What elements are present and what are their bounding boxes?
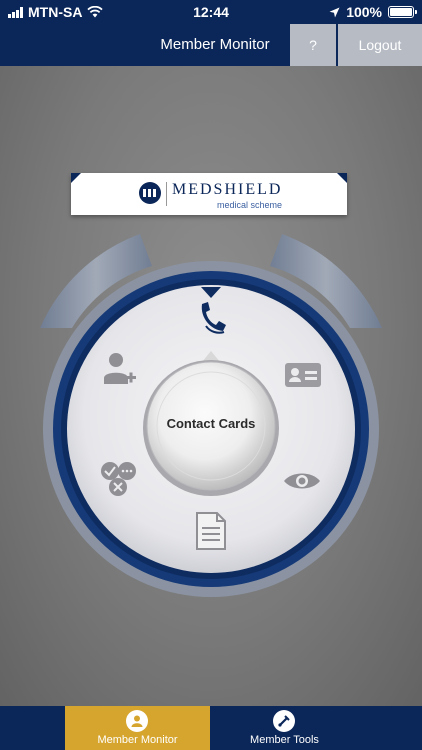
member-icon [126, 710, 148, 732]
battery-icon [388, 6, 417, 18]
logout-button[interactable]: Logout [338, 24, 422, 66]
logo-tagline: medical scheme [217, 200, 283, 210]
battery-percent: 100% [346, 4, 382, 20]
logo-banner: MEDSHIELD medical scheme [71, 173, 347, 215]
help-button[interactable]: ? [290, 24, 336, 66]
page-title: Member Monitor [160, 36, 270, 53]
medshield-logo-icon [139, 182, 161, 204]
tab-bar: Member Monitor Member Tools [0, 706, 422, 750]
tab-member-monitor-label: Member Monitor [97, 734, 178, 746]
dial-menu [40, 234, 382, 597]
location-icon [329, 7, 340, 17]
tab-member-tools[interactable]: Member Tools [212, 706, 357, 750]
tab-member-tools-label: Member Tools [250, 734, 319, 746]
logo-name: MEDSHIELD [172, 181, 283, 198]
status-right: 100% [329, 4, 417, 20]
banner-corner-left [71, 173, 81, 183]
main-content: Contact Cards MEDSHIELD medical scheme [0, 66, 422, 706]
logo-divider [166, 182, 167, 206]
tab-member-monitor[interactable]: Member Monitor [65, 706, 210, 750]
center-label[interactable]: Contact Cards [150, 416, 272, 431]
tools-icon [273, 710, 295, 732]
nav-bar: Member Monitor ? Logout [0, 24, 422, 66]
status-bar: MTN-SA 12:44 100% [0, 0, 422, 24]
banner-corner-right [337, 173, 347, 183]
document-icon[interactable] [196, 512, 226, 550]
id-card-icon[interactable] [285, 363, 321, 387]
